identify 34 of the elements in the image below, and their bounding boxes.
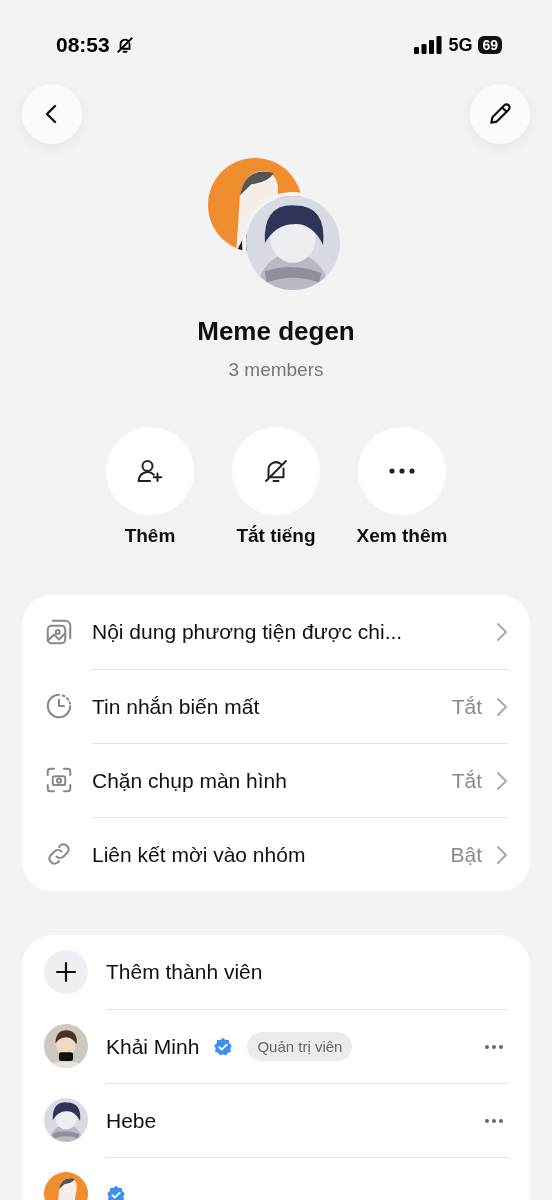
more-icon bbox=[484, 1043, 504, 1050]
more-icon bbox=[388, 467, 416, 475]
setting-value: Tắt bbox=[451, 694, 482, 719]
chevron-right-icon bbox=[496, 844, 508, 865]
member-name: Khải Minh bbox=[106, 1034, 200, 1059]
setting-value: Tắt bbox=[451, 768, 482, 793]
photos-icon bbox=[44, 617, 74, 647]
setting-label[interactable]: Chặn chụp màn hình bbox=[92, 768, 438, 793]
add-member-button[interactable] bbox=[44, 950, 88, 994]
pencil-icon bbox=[487, 101, 513, 127]
add-member-label[interactable]: Thêm thành viên bbox=[106, 960, 263, 984]
battery-indicator: 69 bbox=[478, 36, 502, 54]
member-name: Hebe bbox=[106, 1108, 157, 1133]
network-type: 5G bbox=[448, 34, 473, 56]
action-label: Thêm bbox=[124, 525, 176, 547]
action-label: Tắt tiếng bbox=[236, 525, 316, 547]
signal-icon bbox=[414, 36, 443, 54]
status-time: 08:53 bbox=[56, 33, 110, 57]
setting-label[interactable]: Liên kết mời vào nhóm bbox=[92, 842, 437, 867]
action-label: Xem thêm bbox=[356, 525, 448, 547]
member-count: 3 members bbox=[227, 359, 325, 381]
role-tag: Quản trị viên bbox=[247, 1032, 353, 1061]
more-icon bbox=[484, 1117, 504, 1124]
plus-icon bbox=[55, 961, 77, 983]
setting-label[interactable]: Nội dung phương tiện được chi... bbox=[92, 620, 482, 644]
group-name: Meme degen bbox=[196, 316, 356, 347]
chevron-right-icon bbox=[496, 622, 508, 642]
setting-value: Bật bbox=[450, 842, 482, 867]
setting-label[interactable]: Tin nhắn biến mất bbox=[92, 694, 438, 719]
chevron-right-icon bbox=[496, 770, 508, 791]
chevron-right-icon bbox=[496, 696, 508, 717]
screenshot-icon bbox=[44, 765, 74, 795]
timer-icon bbox=[44, 691, 74, 721]
verified-badge-icon bbox=[213, 1036, 234, 1057]
